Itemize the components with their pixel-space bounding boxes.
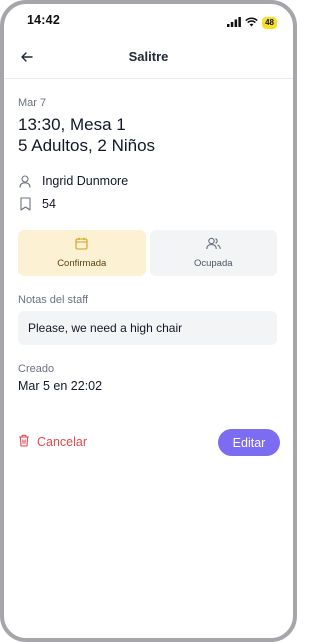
page-title: Salitre — [128, 49, 169, 64]
cancel-button[interactable]: Cancelar — [18, 434, 87, 450]
bookmark-icon — [18, 197, 32, 211]
signal-icon — [227, 14, 241, 32]
visit-count: 54 — [42, 197, 56, 211]
guest-row: Ingrid Dunmore — [18, 174, 128, 188]
status-icons: 48 — [227, 14, 277, 32]
status-card-confirmed[interactable]: Confirmada — [18, 230, 146, 276]
trash-icon — [18, 434, 30, 450]
reservation-time-table: 13:30, Mesa 1 — [18, 115, 126, 134]
calendar-icon — [75, 237, 88, 253]
cancel-label: Cancelar — [37, 435, 88, 449]
phone-frame: 14:42 48 Salitre Mar 7 13:30, Mesa 1 5 A… — [0, 0, 297, 642]
guest-name: Ingrid Dunmore — [42, 174, 129, 188]
user-icon — [18, 174, 32, 188]
reservation-party: 5 Adultos, 2 Niños — [18, 136, 156, 155]
status-label: Confirmada — [57, 258, 107, 269]
visits-row: 54 — [18, 197, 56, 211]
created-value: Mar 5 en 22:02 — [18, 379, 103, 393]
app-header: Salitre — [4, 38, 293, 79]
reservation-summary: 13:30, Mesa 1 5 Adultos, 2 Niños — [18, 114, 155, 156]
status-time: 14:42 — [27, 13, 60, 27]
status-card-occupied[interactable]: Ocupada — [149, 230, 277, 276]
status-selector: Confirmada Ocupada — [18, 230, 277, 276]
status-label: Ocupada — [193, 258, 233, 269]
created-label: Creado — [18, 363, 55, 375]
notes-label: Notas del staff — [18, 294, 89, 306]
edit-button[interactable]: Editar — [218, 429, 280, 456]
battery-indicator: 48 — [262, 17, 277, 29]
staff-notes-field[interactable]: Please, we need a high chair — [18, 311, 277, 345]
users-icon — [206, 237, 221, 253]
wifi-icon — [245, 14, 258, 32]
status-bar: 14:42 48 — [4, 10, 293, 30]
reservation-date: Mar 7 — [18, 97, 47, 109]
